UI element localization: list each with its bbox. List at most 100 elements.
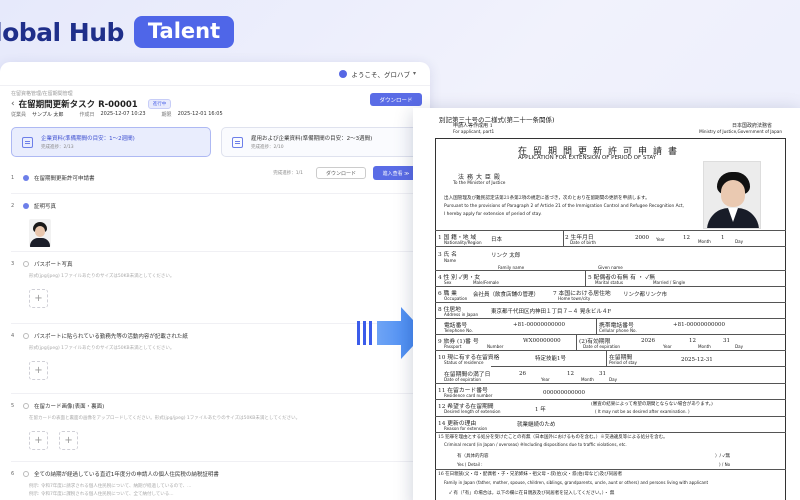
phase-progress: 完成進捗：2/13 [41, 145, 74, 150]
expiry-label-en: Date of expiration [583, 344, 620, 349]
form-rule [435, 286, 786, 287]
dob-label-en: Date of birth [570, 240, 596, 245]
id-photo-thumbnail[interactable] [29, 219, 51, 247]
criminal-record-label-en: Criminal record (in Japan / overseas) ※I… [444, 442, 627, 447]
form-rule [435, 318, 786, 319]
expiry-day: 31 [723, 338, 730, 344]
breadcrumb[interactable]: 在留資格管理/在留期間管理 [11, 90, 73, 97]
form-rule [435, 246, 786, 247]
ministry-en: Ministry of Justice,Government of Japan [699, 129, 782, 134]
check-empty-icon [23, 470, 29, 477]
occupation-value: 会社員（飲食店舗の管理） [473, 292, 540, 298]
brand-name: lobal Hub [0, 17, 124, 47]
upload-add-button[interactable]: + [29, 289, 48, 308]
item-label: パスポート写真 [34, 261, 73, 268]
building-icon [232, 136, 243, 148]
dob-month: 12 [683, 235, 690, 241]
status-value: 特定技能1号 [535, 356, 566, 362]
applicant-photo [703, 161, 761, 229]
name-value: リンク 太郎 [491, 253, 521, 259]
user-greeting[interactable]: ようこそ、グロハブ [351, 69, 410, 79]
phase-tab-company[interactable]: 企業資料(準備期間の目安：1～2週間) 完成進捗：2/13 [11, 127, 211, 157]
list-item: 1 在留期間更新許可申請書 完成進捗：1/1 ダウンロード 進入查看 ≫ [11, 166, 421, 194]
form-rule [435, 302, 786, 303]
form-title-en: APPLICATION FOR EXTENSION OF PERIOD OF S… [518, 155, 657, 161]
meta-value: 2025-12-07 10:23 [100, 111, 146, 117]
tel-label-en: Telephone No. [444, 328, 473, 333]
month-label: Month [698, 239, 711, 244]
name-label-en: Name [444, 258, 457, 263]
expiration-day: 31 [599, 371, 606, 377]
home-value: リンク都リンク市 [623, 292, 668, 298]
chevron-down-icon[interactable]: ▾ [413, 70, 416, 77]
upload-add-button-front[interactable]: + [29, 431, 48, 450]
addressee: 法務大臣殿 [458, 174, 504, 181]
item-number: 1 [11, 174, 15, 181]
user-avatar-icon[interactable] [339, 69, 348, 78]
document-icon [22, 136, 33, 148]
phase-tab-employment[interactable]: 雇用および企業資料(準備期間の目安：2～3週間) 完成進捗：2/10 [221, 127, 421, 157]
check-empty-icon [23, 332, 29, 339]
address-value: 東京都千代田区内神田１丁目７−４ 晃永ビル４F [491, 309, 612, 315]
form-rule [435, 334, 786, 335]
month-label: Month [581, 377, 594, 382]
occupation-label-en: Occupation [444, 296, 468, 301]
passport-number-label-en: Number [487, 344, 504, 349]
upload-add-button[interactable]: + [29, 361, 48, 380]
item-number: 4 [11, 332, 15, 339]
passport-label-en: Passport [444, 344, 462, 349]
phase-title: 雇用および企業資料(準備期間の目安：2～3週間) [251, 136, 373, 142]
ministry-jp: 日本国政府法務省 [731, 123, 772, 129]
status-label-en: Status of residence [444, 360, 484, 365]
item-number: 3 [11, 260, 15, 267]
address-label-en: Address in Japan [444, 312, 479, 317]
check-done-icon [23, 174, 29, 181]
card-label-en: Residence card number [444, 393, 493, 398]
addressee-en: To the Minister of Justice [453, 181, 506, 186]
phase-title: 企業資料(準備期間の目安：1～2週間) [41, 136, 135, 142]
month-label: Month [698, 344, 711, 349]
expiration-month: 12 [567, 371, 574, 377]
status-badge: 進行中 [147, 99, 172, 109]
expiration-year: 26 [519, 371, 526, 377]
expiry-month: 12 [689, 338, 696, 344]
item-label: 全ての納期が経過している直近1年度分の申請人の個人住民税の納税証明書 [34, 471, 219, 478]
pursuant-text: 出入国管理及び難民認定法第21条第2項の規定に基づき，次のとおり在留期間の更新を… [444, 196, 650, 201]
form-rule [435, 432, 786, 433]
criminal-record-label: 15 犯罪を理由とする処分を受けたことの有無（日本国外におけるものを含む。）※交… [438, 435, 668, 440]
pursuant-text-en: Pursuant to the provisions of Paragraph … [444, 204, 684, 209]
form-vrule [596, 318, 597, 334]
form-rule [435, 383, 786, 384]
sex-label-en: Sex [444, 280, 452, 285]
item-download-button[interactable]: ダウンロード [316, 167, 366, 179]
family-label-en: Family in Japan (father, mother, spouse,… [444, 480, 709, 485]
phase-tabs: 企業資料(準備期間の目安：1～2週間) 完成進捗：2/13 雇用および企業資料(… [11, 127, 421, 157]
marital-options: Married / Single [653, 280, 686, 285]
item-label: 証明写真 [34, 203, 57, 210]
topbar: ようこそ、グロハブ ▾ [0, 62, 430, 86]
year-label: Year [656, 237, 665, 242]
meta-value: サンプル 太郎 [32, 112, 64, 118]
form-rule [435, 469, 786, 470]
dob-year: 2000 [635, 235, 649, 241]
reason-label-en: Reason for extension [444, 426, 488, 431]
page-title: 在留期間更新タスク R-00001 [18, 100, 138, 110]
back-arrow-icon[interactable]: ‹ [11, 99, 15, 109]
item-note: 例示: 令和7年度に請求される個人住民税について、納期が経過しているので、... [29, 484, 192, 489]
criminal-no-label-en: ) / No [719, 462, 731, 467]
year-label: Year [663, 344, 672, 349]
title-row: ‹ 在留期間更新タスク R-00001 進行中 [11, 98, 172, 110]
application-form-document: 別記第三十号の二様式(第二十一条関係) 申請人等作成用 1 For applic… [413, 108, 800, 500]
cell-label-en: Cellular phone No. [599, 328, 637, 333]
form-vrule [585, 270, 586, 286]
meta-label: 期限 [161, 112, 172, 118]
item-note: 形式(jpg/jpeg) 1ファイルあたりのサイズは50KB未満としてください。 [29, 274, 175, 279]
form-part: 申請人等作成用 1 [453, 123, 493, 129]
meta-row: 従業員 サンプル 太郎 作成日 2025-12-07 10:23 期限 2025… [11, 111, 233, 118]
upload-add-button-back[interactable]: + [59, 431, 79, 450]
download-button[interactable]: ダウンロード [370, 93, 422, 106]
day-label: Day [735, 344, 744, 349]
meta-label: 従業員 [11, 112, 27, 118]
item-label: パスポートに貼られている勤務先等の活動内容が記載された紙 [34, 333, 188, 340]
nationality-label-en: Nationality/Region [444, 240, 482, 245]
